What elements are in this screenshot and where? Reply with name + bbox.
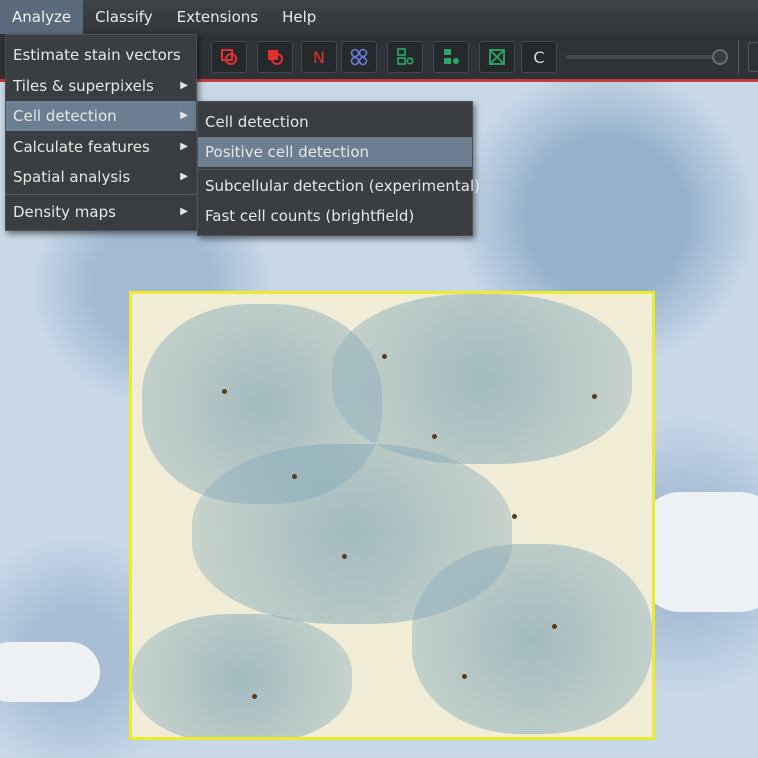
positive-nucleus bbox=[592, 394, 597, 399]
names-toggle-button[interactable]: N bbox=[301, 41, 337, 73]
annotation-fill-tool-button[interactable] bbox=[257, 41, 293, 73]
positive-nucleus bbox=[382, 354, 387, 359]
menu-separator bbox=[198, 169, 472, 170]
n-icon: N bbox=[313, 47, 325, 67]
submenu-item-fast-cell-counts[interactable]: Fast cell counts (brightfield) bbox=[198, 201, 472, 231]
green-detection-icon bbox=[444, 49, 459, 64]
counts-tool-button[interactable]: C bbox=[521, 41, 557, 73]
submenu-item-subcellular-detection[interactable]: Subcellular detection (experimental) bbox=[198, 171, 480, 201]
menu-classify[interactable]: Classify bbox=[83, 0, 165, 34]
green-grid-icon bbox=[489, 49, 505, 65]
rectangle-annotation[interactable] bbox=[129, 291, 655, 740]
menu-item-calculate-features[interactable]: Calculate features ▶ bbox=[6, 132, 196, 162]
tissue-region bbox=[332, 294, 632, 464]
background-patch bbox=[0, 642, 100, 702]
cells-toggle-button[interactable] bbox=[341, 41, 377, 73]
tissue-region bbox=[412, 544, 652, 734]
menu-item-cell-detection[interactable]: Cell detection ▶ bbox=[6, 101, 196, 131]
chevron-right-icon: ▶ bbox=[180, 171, 188, 182]
submenu-item-cell-detection[interactable]: Cell detection bbox=[198, 107, 472, 137]
menu-separator bbox=[6, 194, 196, 195]
cell-detection-submenu: Cell detection Positive cell detection S… bbox=[197, 101, 480, 236]
positive-nucleus bbox=[222, 389, 227, 394]
menu-extensions[interactable]: Extensions bbox=[165, 0, 270, 34]
positive-nucleus bbox=[292, 474, 297, 479]
menu-help[interactable]: Help bbox=[270, 0, 328, 34]
menu-item-label: Density maps bbox=[13, 203, 116, 221]
menubar: Analyze Classify Extensions Help bbox=[0, 0, 758, 34]
menu-item-density-maps[interactable]: Density maps ▶ bbox=[6, 197, 196, 227]
chevron-right-icon: ▶ bbox=[180, 80, 188, 91]
chevron-right-icon: ▶ bbox=[180, 206, 188, 217]
chevron-right-icon: ▶ bbox=[180, 110, 188, 121]
positive-nucleus bbox=[342, 554, 347, 559]
menu-item-tiles-superpixels[interactable]: Tiles & superpixels ▶ bbox=[6, 71, 196, 101]
menu-analyze[interactable]: Analyze bbox=[0, 0, 84, 34]
red-annotation-select-icon bbox=[221, 49, 237, 65]
tissue-region bbox=[132, 614, 352, 737]
menu-item-label: Calculate features bbox=[13, 138, 150, 156]
blue-cells-icon bbox=[350, 48, 368, 66]
annotation-select-tool-button[interactable] bbox=[211, 41, 247, 73]
background-patch bbox=[640, 492, 758, 612]
menu-item-label: Estimate stain vectors bbox=[13, 46, 181, 64]
grid-tool-button[interactable] bbox=[479, 41, 515, 73]
submenu-item-positive-cell-detection[interactable]: Positive cell detection bbox=[198, 137, 472, 167]
green-hierarchy-icon bbox=[397, 48, 414, 65]
positive-nucleus bbox=[552, 624, 557, 629]
slider-thumb[interactable] bbox=[712, 49, 728, 65]
menu-item-estimate-stain-vectors[interactable]: Estimate stain vectors bbox=[6, 40, 196, 70]
menu-item-label: Cell detection bbox=[13, 107, 117, 125]
menu-item-label: Spatial analysis bbox=[13, 168, 131, 186]
menu-item-spatial-analysis[interactable]: Spatial analysis ▶ bbox=[6, 162, 196, 192]
red-annotation-fill-icon bbox=[268, 50, 283, 65]
toolbar-separator bbox=[738, 40, 739, 74]
chevron-right-icon: ▶ bbox=[180, 141, 188, 152]
detection-tool-button[interactable] bbox=[433, 41, 469, 73]
opacity-slider[interactable] bbox=[566, 49, 730, 65]
positive-nucleus bbox=[462, 674, 467, 679]
c-icon: C bbox=[533, 47, 545, 67]
toolbar-overflow-button[interactable] bbox=[748, 42, 758, 72]
analyze-menu: Estimate stain vectors Tiles & superpixe… bbox=[5, 34, 197, 231]
positive-nucleus bbox=[432, 434, 437, 439]
positive-nucleus bbox=[252, 694, 257, 699]
menu-item-label: Tiles & superpixels bbox=[13, 77, 154, 95]
slider-track bbox=[566, 55, 716, 59]
hierarchy-tool-button[interactable] bbox=[387, 41, 423, 73]
positive-nucleus bbox=[512, 514, 517, 519]
